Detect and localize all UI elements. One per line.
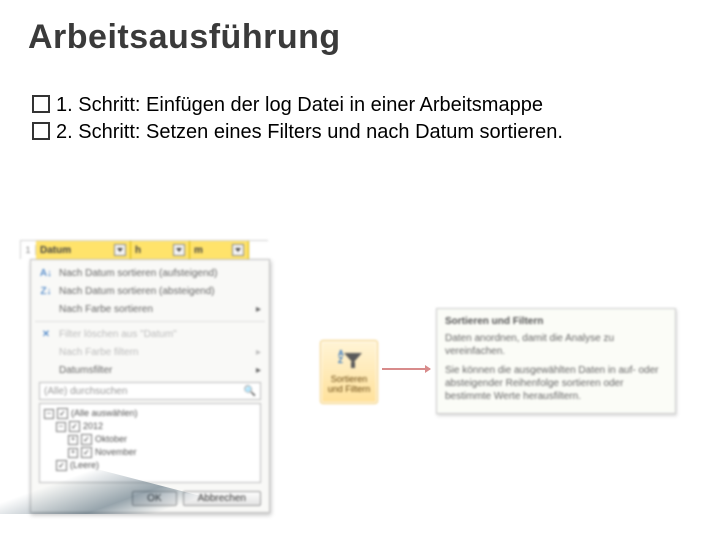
date-filter[interactable]: Datumsfilter ▸ xyxy=(31,361,269,379)
blank-icon xyxy=(39,302,53,316)
filter-arrow-icon[interactable] xyxy=(232,244,244,256)
submenu-arrow-icon: ▸ xyxy=(256,347,261,358)
ribbon-label-l2: und Filtern xyxy=(328,384,371,394)
submenu-arrow-icon: ▸ xyxy=(256,365,261,376)
tree-label: November xyxy=(95,446,137,459)
filter-arrow-icon[interactable] xyxy=(114,244,126,256)
checkbox-icon[interactable]: ✓ xyxy=(81,434,92,445)
funnel-clear-icon: ✕ xyxy=(39,327,53,341)
header-row: 1 Datum h m xyxy=(20,240,268,259)
callout-p2: Sie können die ausgewählten Daten in auf… xyxy=(445,364,667,403)
search-placeholder: (Alle) durchsuchen xyxy=(44,386,127,397)
sort-asc-icon: A↓ xyxy=(39,266,53,280)
separator xyxy=(35,321,265,322)
menu-label: Filter löschen aus "Datum" xyxy=(59,329,177,340)
submenu-arrow-icon: ▸ xyxy=(256,304,261,315)
blank-icon xyxy=(39,363,53,377)
blank-icon xyxy=(39,345,53,359)
col-header-m[interactable]: m xyxy=(190,241,249,259)
sort-by-color[interactable]: Nach Farbe sortieren ▸ xyxy=(31,300,269,318)
menu-label: Nach Datum sortieren (aufsteigend) xyxy=(59,268,217,279)
checkbox-icon[interactable]: ✓ xyxy=(81,447,92,458)
az-icon: AZ xyxy=(338,350,344,364)
sort-desc-icon: Z↓ xyxy=(39,284,53,298)
bullet-2-lead: 2. Schritt: xyxy=(56,121,140,143)
filter-search-input[interactable]: (Alle) durchsuchen 🔍 xyxy=(39,382,261,400)
col-header-label: m xyxy=(194,245,203,256)
tree-month-1[interactable]: +✓Oktober xyxy=(44,433,256,446)
menu-label: Nach Farbe sortieren xyxy=(59,304,153,315)
tree-label: (Alle auswählen) xyxy=(71,407,138,420)
tree-label: 2012 xyxy=(83,420,103,433)
tooltip-callout: Sortieren und Filtern Daten anordnen, da… xyxy=(436,308,676,414)
tree-month-2[interactable]: +✓November xyxy=(44,446,256,459)
bullet-box-icon xyxy=(32,122,50,140)
col-header-label: Datum xyxy=(40,245,71,256)
expand-icon[interactable]: – xyxy=(56,422,66,432)
tree-label: Oktober xyxy=(95,433,127,446)
funnel-icon xyxy=(344,353,362,367)
callout-title: Sortieren und Filtern xyxy=(445,315,667,328)
col-header-label: h xyxy=(135,245,141,256)
ribbon-sort-filter-button[interactable]: AZ Sortieren und Filtern xyxy=(320,340,378,404)
menu-label: Nach Farbe filtern xyxy=(59,347,138,358)
sort-descending[interactable]: Z↓ Nach Datum sortieren (absteigend) xyxy=(31,282,269,300)
bullet-box-icon xyxy=(32,95,50,113)
expand-icon[interactable]: + xyxy=(68,435,78,445)
filter-arrow-icon[interactable] xyxy=(173,244,185,256)
slide-title: Arbeitsausführung xyxy=(28,18,341,57)
sort-ascending[interactable]: A↓ Nach Datum sortieren (aufsteigend) xyxy=(31,264,269,282)
search-icon: 🔍 xyxy=(244,386,256,397)
callout-arrow-icon xyxy=(382,368,430,370)
slide-body: 1. Schritt: Einfügen der log Datei in ei… xyxy=(32,92,692,146)
row-number: 1 xyxy=(21,245,36,255)
expand-icon[interactable]: + xyxy=(68,448,78,458)
bullet-1-text: Einfügen der log Datei in einer Arbeitsm… xyxy=(140,94,542,116)
ribbon-label: Sortieren und Filtern xyxy=(328,374,371,394)
menu-label: Nach Datum sortieren (absteigend) xyxy=(59,286,215,297)
sort-filter-icon: AZ xyxy=(336,350,362,372)
bullet-1: 1. Schritt: Einfügen der log Datei in ei… xyxy=(32,92,692,119)
bullet-2: 2. Schritt: Setzen eines Filters und nac… xyxy=(32,119,692,146)
checkbox-icon[interactable]: ✓ xyxy=(69,421,80,432)
menu-label: Datumsfilter xyxy=(59,365,112,376)
tree-all[interactable]: –✓(Alle auswählen) xyxy=(44,407,256,420)
filter-by-color: Nach Farbe filtern ▸ xyxy=(31,343,269,361)
expand-icon[interactable]: – xyxy=(44,409,54,419)
checkbox-icon[interactable]: ✓ xyxy=(57,408,68,419)
clear-filter: ✕ Filter löschen aus "Datum" xyxy=(31,325,269,343)
col-header-h[interactable]: h xyxy=(131,241,190,259)
bullet-1-lead: 1. Schritt: xyxy=(56,94,140,116)
tree-year[interactable]: –✓2012 xyxy=(44,420,256,433)
col-header-datum[interactable]: Datum xyxy=(36,241,131,259)
ribbon-label-l1: Sortieren xyxy=(331,374,368,384)
callout-p1: Daten anordnen, damit die Analyse zu ver… xyxy=(445,332,667,358)
bullet-2-text: Setzen eines Filters und nach Datum sort… xyxy=(140,121,562,143)
